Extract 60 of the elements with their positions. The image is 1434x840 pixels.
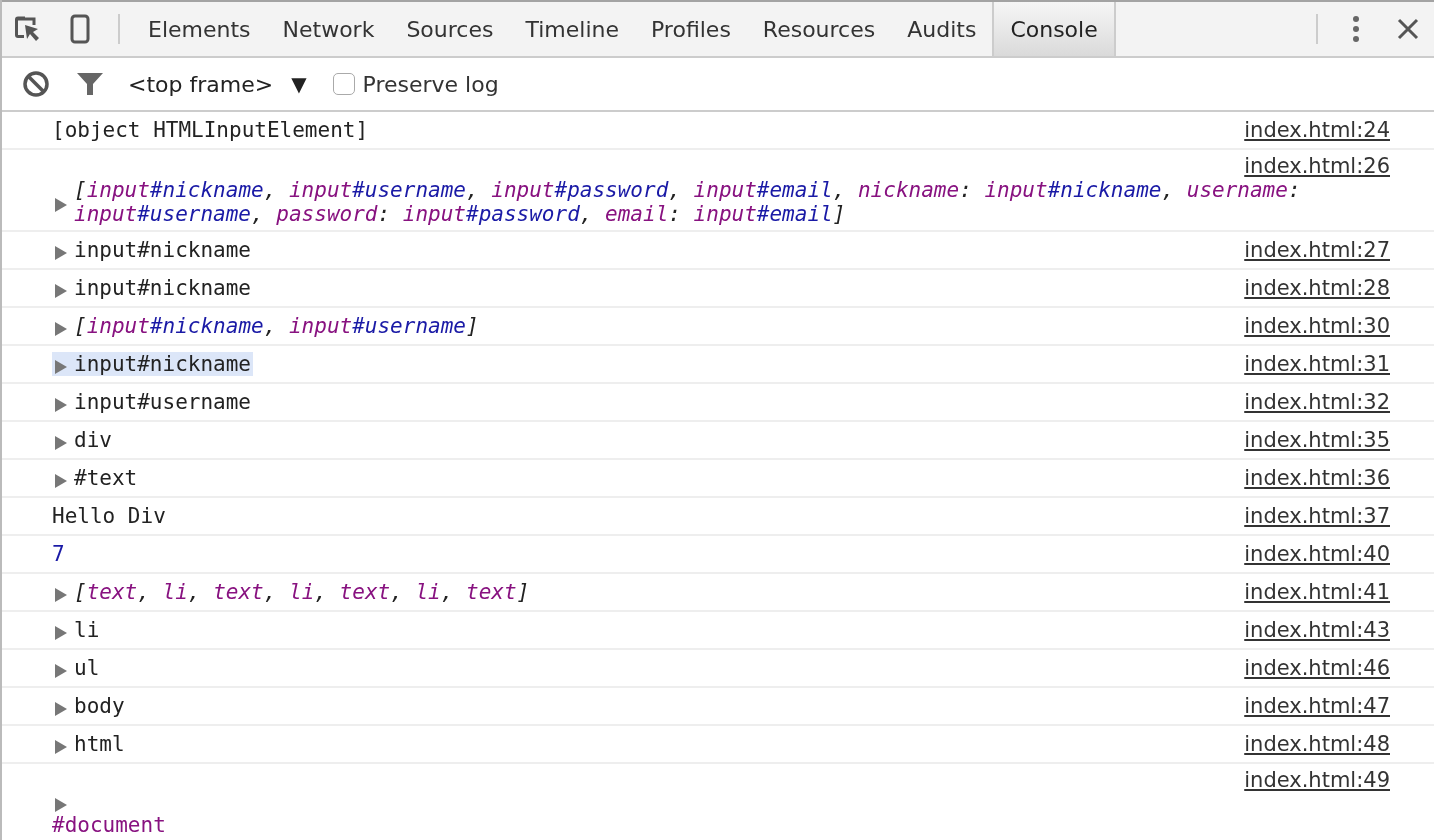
log-text: [object HTMLInputElement]	[52, 118, 369, 142]
source-link[interactable]: index.html:31	[1244, 352, 1390, 376]
expand-triangle-icon[interactable]	[54, 434, 68, 451]
expand-triangle-icon[interactable]	[54, 797, 68, 813]
panel-tab[interactable]: Elements	[132, 2, 267, 56]
frame-selector[interactable]: <top frame>	[128, 71, 274, 97]
array-output: [input#nickname, input#username, input#password, input#email, nickname: input#nickname, username: input#username, password: input#password, email: input#email]	[74, 178, 1302, 226]
panel-tab[interactable]: Network	[266, 2, 391, 56]
source-link[interactable]: index.html:47	[1244, 694, 1390, 718]
source-link[interactable]: index.html:40	[1244, 542, 1390, 566]
source-link[interactable]: index.html:36	[1244, 466, 1390, 490]
node-output: #text	[74, 466, 138, 490]
source-link[interactable]: index.html:49	[1244, 768, 1390, 792]
panel-tab[interactable]: Audits	[891, 2, 993, 56]
expand-triangle-icon[interactable]	[54, 738, 68, 755]
expand-triangle-icon[interactable]	[54, 320, 68, 337]
node-output: ul	[74, 656, 100, 680]
expand-triangle-icon[interactable]	[54, 282, 68, 299]
panel-tab[interactable]: Resources	[746, 2, 892, 56]
log-text: Hello Div	[52, 504, 166, 528]
source-link[interactable]: index.html:41	[1244, 580, 1390, 604]
node-output: html	[74, 732, 125, 756]
expand-triangle-icon[interactable]	[54, 472, 68, 489]
node-output: li	[74, 618, 100, 642]
array-output: [input#nickname, input#username]	[74, 314, 479, 338]
panel-tab[interactable]: Console	[992, 2, 1116, 56]
source-link[interactable]: index.html:24	[1244, 118, 1390, 142]
source-link[interactable]: index.html:26	[1244, 154, 1390, 178]
source-link[interactable]: index.html:48	[1244, 732, 1390, 756]
expand-triangle-icon[interactable]	[54, 244, 68, 261]
source-link[interactable]: index.html:37	[1244, 504, 1390, 528]
node-output: input#nickname	[74, 238, 251, 262]
source-link[interactable]: index.html:28	[1244, 276, 1390, 300]
node-output: body	[74, 694, 125, 718]
expand-triangle-icon[interactable]	[54, 700, 68, 717]
expand-triangle-icon[interactable]	[54, 586, 68, 603]
expand-triangle-icon[interactable]	[54, 358, 68, 375]
source-link[interactable]: index.html:35	[1244, 428, 1390, 452]
array-output: [text, li, text, li, text, li, text]	[74, 580, 530, 604]
preserve-log-checkbox[interactable]	[332, 73, 355, 95]
panel-tab[interactable]: Sources	[390, 2, 510, 56]
source-link[interactable]: index.html:32	[1244, 390, 1390, 414]
panel-tab[interactable]: Timeline	[509, 2, 635, 56]
source-link[interactable]: index.html:27	[1244, 238, 1390, 262]
node-output: input#nickname	[74, 276, 251, 300]
source-link[interactable]: index.html:30	[1244, 314, 1390, 338]
node-output: input#username	[74, 390, 251, 414]
number-output: 7	[52, 542, 65, 566]
source-link[interactable]: index.html:43	[1244, 618, 1390, 642]
dropdown-arrow[interactable]: ▼	[291, 72, 307, 96]
source-link[interactable]: index.html:46	[1244, 656, 1390, 680]
node-output: div	[74, 428, 112, 452]
expand-triangle-icon[interactable]	[54, 662, 68, 679]
node-output: #document	[52, 813, 166, 837]
expand-triangle-icon[interactable]	[54, 396, 68, 413]
expand-triangle-icon[interactable]	[54, 624, 68, 641]
checkbox-label: Preserve log	[362, 71, 499, 97]
node-output: input#nickname	[74, 352, 251, 376]
panel-tab[interactable]: Profiles	[635, 2, 747, 56]
expand-triangle-icon[interactable]	[54, 196, 68, 213]
